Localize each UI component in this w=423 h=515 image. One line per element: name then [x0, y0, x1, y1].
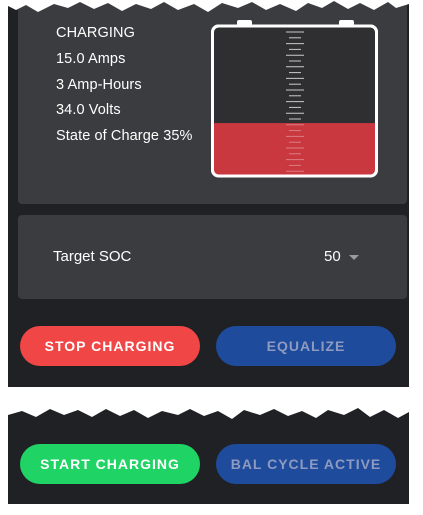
- torn-edge-top: [8, 0, 409, 12]
- charge-state-text: CHARGING: [56, 25, 135, 41]
- state-of-charge-text: State of Charge 35%: [56, 128, 193, 144]
- equalize-button[interactable]: EQUALIZE: [216, 326, 396, 366]
- target-soc-dropdown[interactable]: 50: [324, 246, 374, 268]
- status-card: CHARGING 15.0 Amps 3 Amp-Hours 34.0 Volt…: [18, 0, 407, 204]
- target-soc-value: 50: [324, 248, 341, 265]
- chevron-down-icon: [349, 255, 359, 260]
- start-charging-button[interactable]: START CHARGING: [20, 444, 200, 484]
- torn-edge-bottom-panel: [8, 406, 409, 419]
- battery-icon: [211, 20, 378, 178]
- capacity-text: 3 Amp-Hours: [56, 77, 142, 93]
- target-soc-card: Target SOC 50: [18, 215, 407, 299]
- current-text: 15.0 Amps: [56, 51, 126, 67]
- battery-gauge: [211, 20, 379, 178]
- charging-screen: CHARGING 15.0 Amps 3 Amp-Hours 34.0 Volt…: [8, 0, 409, 387]
- idle-screen: START CHARGING BAL CYCLE ACTIVE: [8, 406, 409, 504]
- stop-charging-button[interactable]: STOP CHARGING: [20, 326, 200, 366]
- balance-cycle-button[interactable]: BAL CYCLE ACTIVE: [216, 444, 396, 484]
- target-soc-label: Target SOC: [53, 248, 132, 265]
- voltage-text: 34.0 Volts: [56, 102, 121, 118]
